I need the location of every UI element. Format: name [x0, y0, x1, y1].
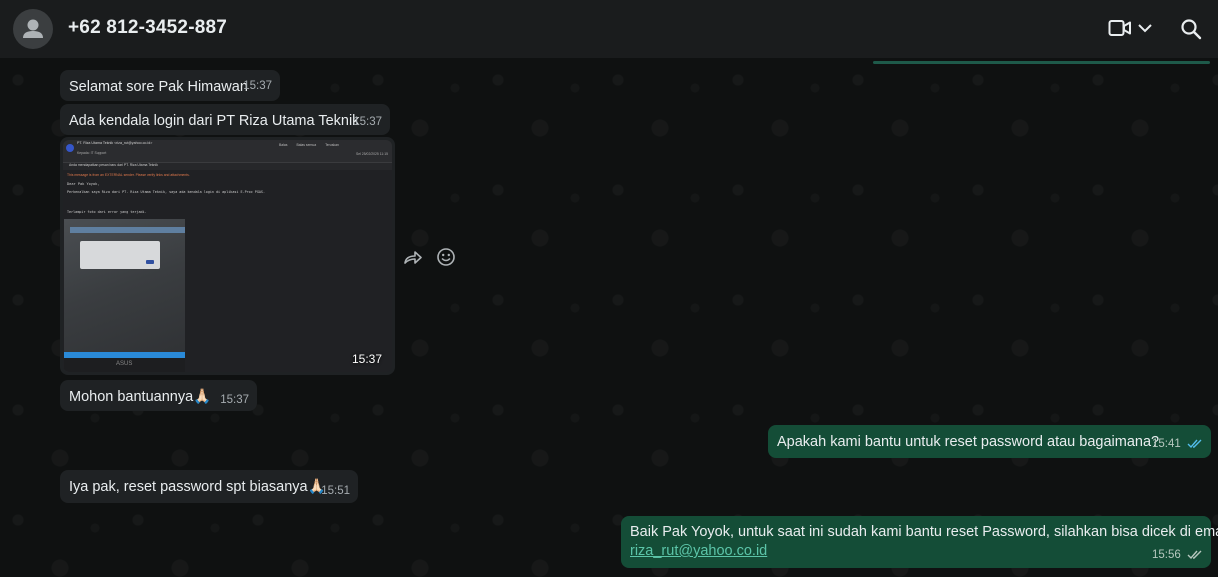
- forward-button[interactable]: [403, 248, 423, 271]
- search-button[interactable]: [1180, 18, 1202, 45]
- message-incoming[interactable]: Iya pak, reset password spt biasanya🙏🏻 1…: [60, 470, 358, 503]
- forward-icon: [404, 251, 422, 264]
- message-time: 15:37: [243, 80, 272, 92]
- message-time: 15:37: [220, 394, 249, 406]
- message-time: 15:56: [1152, 549, 1181, 561]
- external-warning: This message is from an EXTERNAL sender.…: [67, 173, 190, 177]
- email-greeting: Dear Pak Yoyok,: [67, 182, 100, 186]
- email-subject: Anda mendapatkan pesan baru dari PT. Riz…: [69, 163, 158, 167]
- read-receipt-icon: [1187, 439, 1202, 448]
- email-sender: PT. Riza Utama Teknik <riza_rut@yahoo.co…: [77, 141, 153, 145]
- video-camera-icon: [1108, 20, 1131, 36]
- emoji-smile-icon: [437, 248, 455, 266]
- message-text: Selamat sore Pak Himawan: [69, 79, 248, 95]
- message-text: Iya pak, reset password spt biasanya🙏🏻: [69, 479, 326, 495]
- forward-button: Teruskan: [325, 143, 339, 147]
- reply-all-button: Balas semua: [296, 143, 317, 147]
- email-closing: Terlampir foto dari error yang terjadi.: [67, 210, 147, 214]
- email-screenshot-image[interactable]: PT. Riza Utama Teknik <riza_rut@yahoo.co…: [63, 140, 392, 372]
- message-status: 15:56: [1152, 546, 1203, 565]
- message-time: 15:51: [321, 485, 350, 497]
- reply-button: Balas: [279, 143, 288, 147]
- message-status: 15:41: [1152, 434, 1203, 454]
- call-options-dropdown[interactable]: [1137, 20, 1153, 41]
- message-time: 15:37: [351, 352, 382, 366]
- progress-divider: [873, 61, 1210, 64]
- image-message[interactable]: PT. Riza Utama Teknik <riza_rut@yahoo.co…: [60, 137, 395, 375]
- contact-name[interactable]: +62 812-3452-887: [68, 17, 227, 39]
- laptop-brand: ASUS: [116, 361, 133, 367]
- person-icon: [23, 19, 43, 38]
- photo-browser-bar: [70, 227, 185, 233]
- message-text: Baik Pak Yoyok, untuk saat ini sudah kam…: [630, 524, 1218, 540]
- react-button[interactable]: [436, 247, 456, 272]
- email-date: Sel 25/02/2025 11:15: [356, 152, 388, 156]
- delivered-receipt-icon: [1187, 550, 1202, 559]
- laptop-bezel: ASUS: [64, 358, 185, 372]
- email-link[interactable]: riza_rut@yahoo.co.id: [630, 543, 767, 559]
- search-icon: [1181, 19, 1202, 40]
- avatar[interactable]: [13, 9, 53, 49]
- message-incoming[interactable]: Ada kendala login dari PT Riza Utama Tek…: [60, 104, 390, 135]
- email-to: Kepada: IT Support: [77, 151, 107, 155]
- message-time: 15:41: [1152, 438, 1181, 450]
- photo-login-dialog: [80, 241, 160, 269]
- message-time: 15:37: [353, 116, 382, 128]
- email-body: Perkenalkan saya Riza dari PT. Riza Utam…: [67, 190, 266, 194]
- email-subject-bar: Anda mendapatkan pesan baru dari PT. Riz…: [63, 162, 392, 170]
- message-incoming[interactable]: Selamat sore Pak Himawan 15:37: [60, 70, 280, 101]
- sender-avatar: [66, 144, 74, 152]
- message-incoming[interactable]: Mohon bantuannya🙏🏻 15:37: [60, 380, 257, 411]
- message-outgoing[interactable]: Baik Pak Yoyok, untuk saat ini sudah kam…: [621, 516, 1218, 568]
- video-call-button[interactable]: [1108, 18, 1132, 43]
- message-outgoing[interactable]: Apakah kami bantu untuk reset password a…: [768, 425, 1211, 458]
- message-text: Mohon bantuannya🙏🏻: [69, 389, 212, 405]
- chat-header: +62 812-3452-887: [0, 0, 1218, 58]
- laptop-photo: ASUS: [64, 219, 185, 372]
- message-text: Ada kendala login dari PT Riza Utama Tek…: [69, 113, 360, 129]
- email-header: PT. Riza Utama Teknik <riza_rut@yahoo.co…: [63, 140, 392, 162]
- email-toolbar: Balas Balas semua Teruskan: [279, 143, 339, 147]
- chevron-down-icon: [1138, 24, 1152, 33]
- message-text: Apakah kami bantu untuk reset password a…: [777, 434, 1160, 450]
